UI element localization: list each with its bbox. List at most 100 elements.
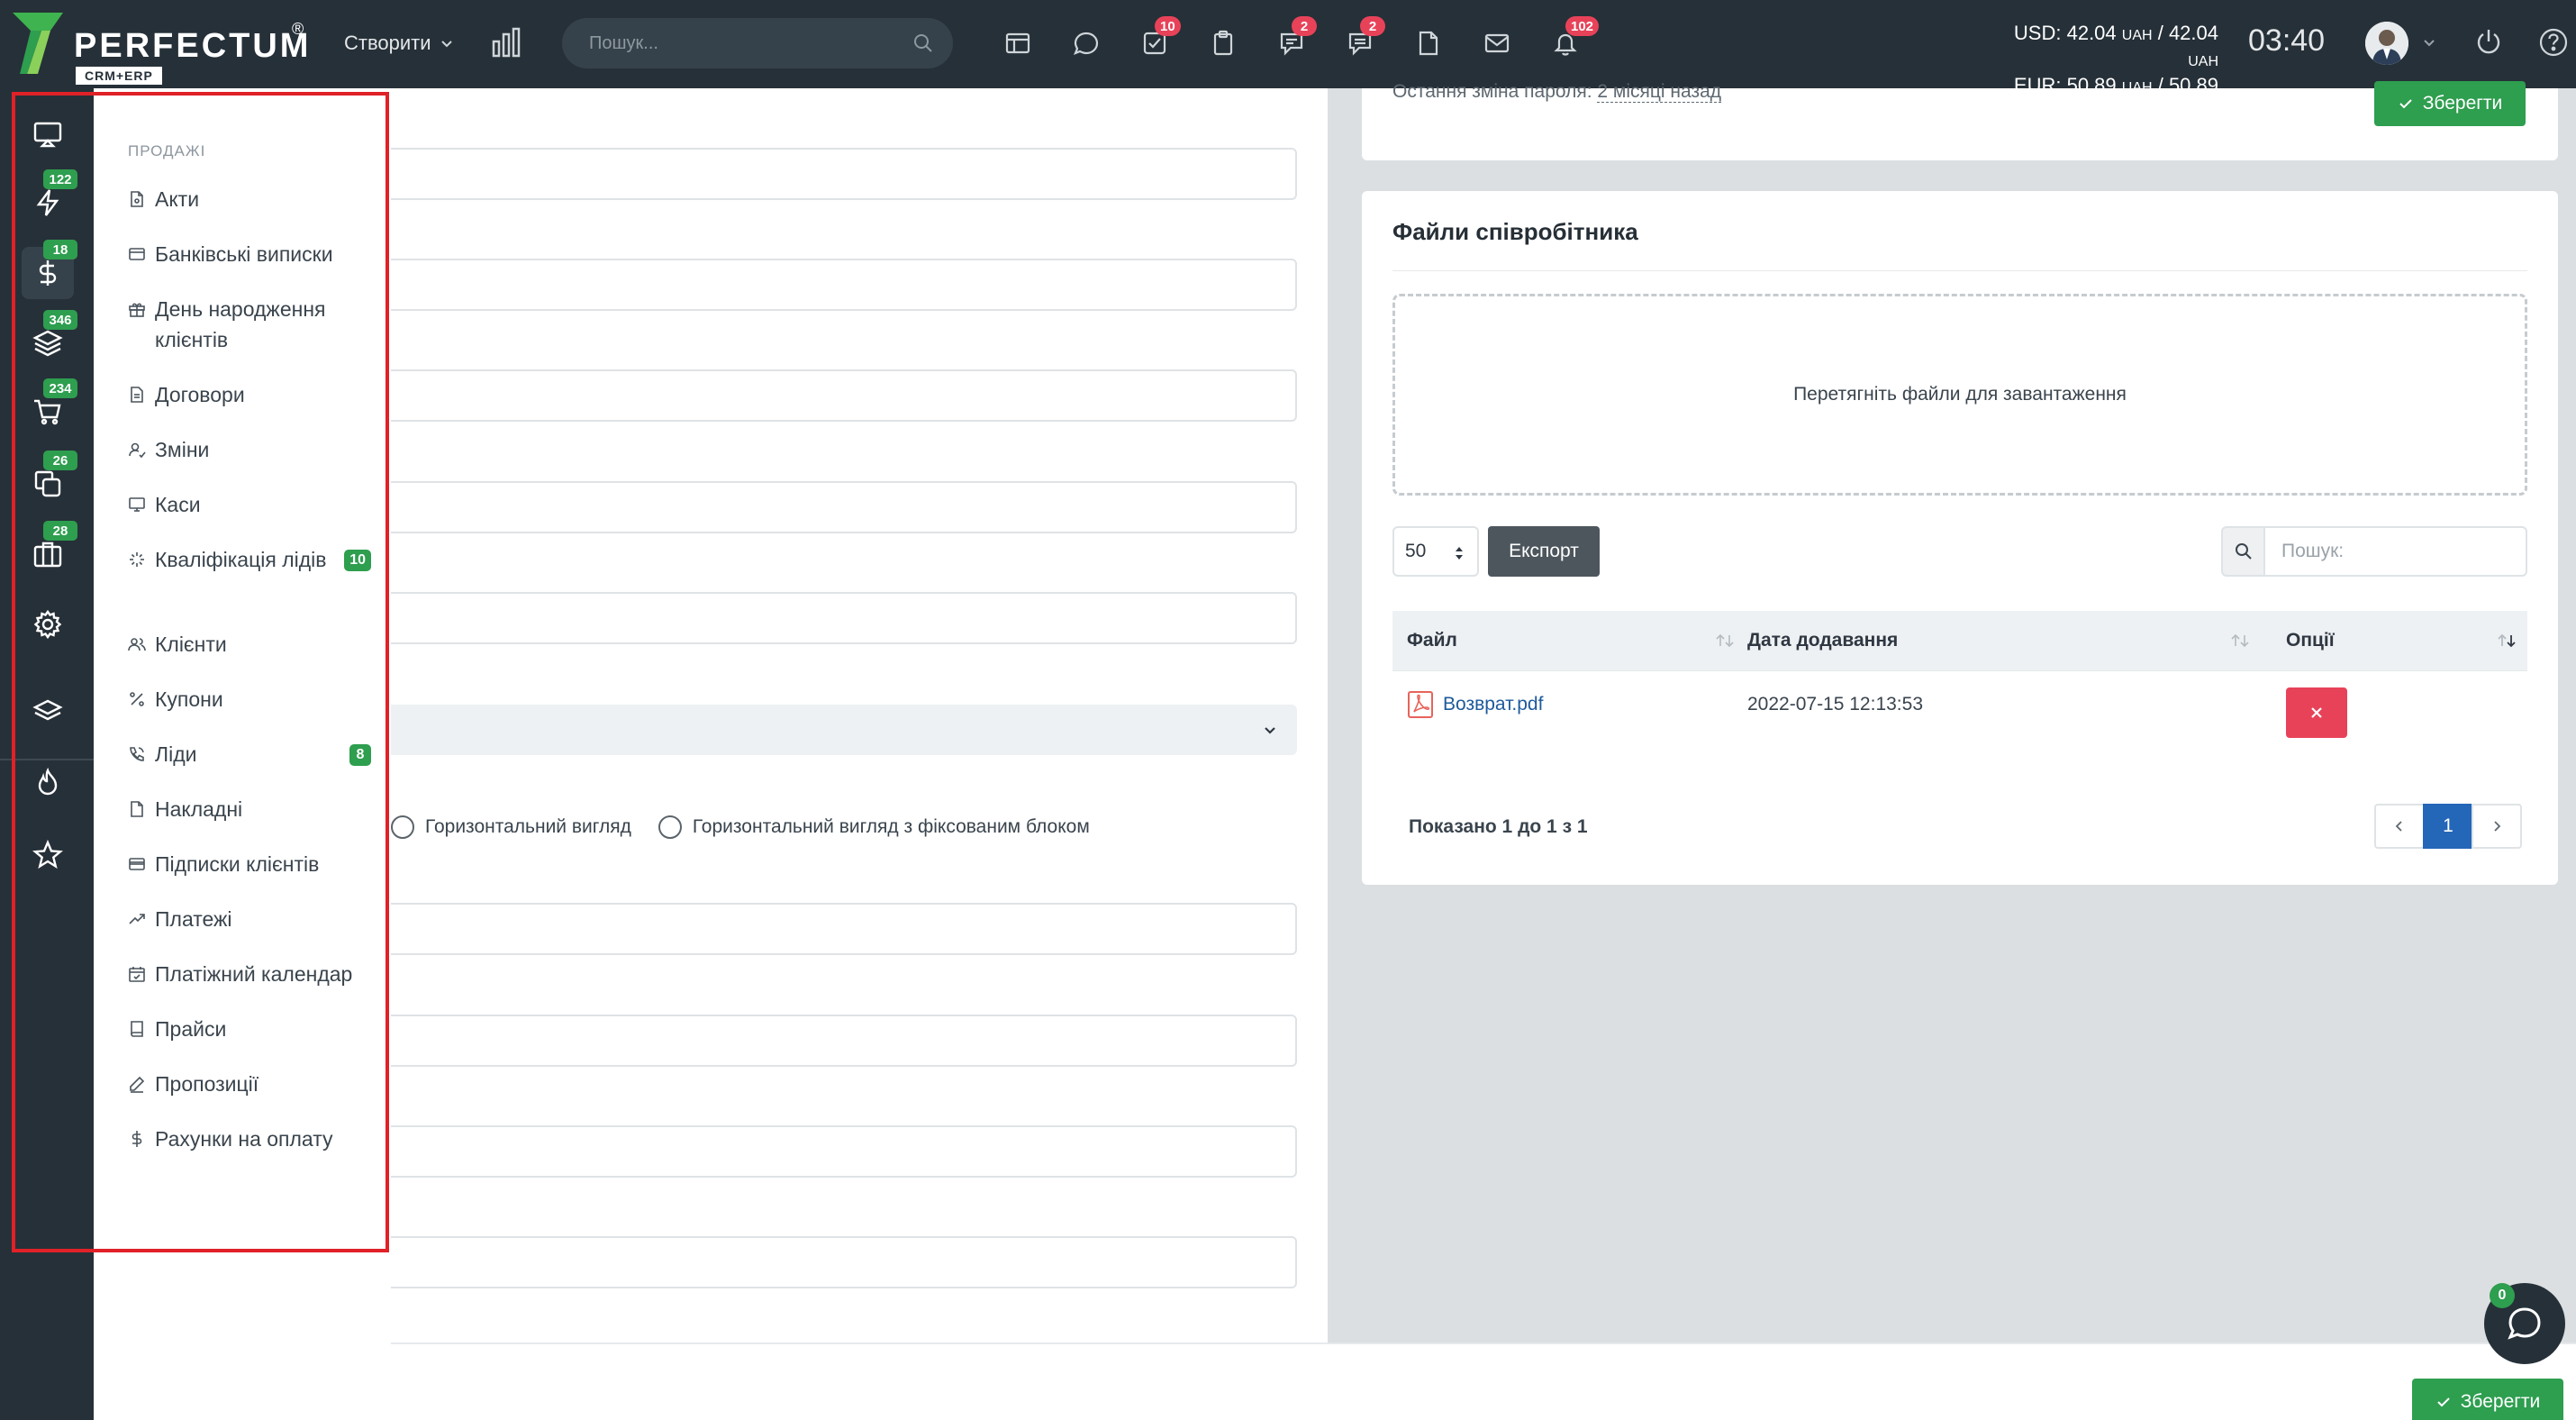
table-icon[interactable] bbox=[996, 22, 1039, 65]
radio-horizontal-fixed[interactable]: Горизонтальний вигляд з фіксованим блоко… bbox=[658, 815, 1090, 839]
rail-finance[interactable]: 18 bbox=[22, 240, 77, 299]
submenu-item-label: Платежі bbox=[155, 907, 232, 931]
submenu-item-label: Прайси bbox=[155, 1017, 227, 1041]
pagination: 1 bbox=[2374, 804, 2522, 849]
statistics-icon[interactable] bbox=[490, 27, 522, 59]
submenu-item-invoices[interactable]: Накладні bbox=[128, 794, 371, 824]
rail-settings[interactable] bbox=[22, 598, 74, 651]
submenu-item-price-lists[interactable]: Прайси bbox=[128, 1014, 371, 1044]
chevron-down-icon[interactable] bbox=[2423, 36, 2435, 49]
chevron-right-icon bbox=[2494, 821, 2501, 832]
rail-products[interactable]: 346 bbox=[22, 310, 77, 369]
submenu-item-payment-calendar[interactable]: Платіжний календар bbox=[128, 959, 371, 989]
submenu-item-leads[interactable]: Ліди 8 bbox=[128, 739, 371, 769]
logo-registered: ® bbox=[292, 20, 304, 38]
submenu-item-clients[interactable]: Клієнти bbox=[128, 629, 371, 660]
clipboard-icon[interactable] bbox=[1202, 22, 1245, 65]
rail-badge-finance: 18 bbox=[43, 240, 77, 259]
submenu-item-shifts[interactable]: Зміни bbox=[128, 434, 371, 465]
radio-horizontal[interactable]: Горизонтальний вигляд bbox=[391, 815, 631, 839]
comments-icon[interactable]: 2 bbox=[1338, 16, 1385, 65]
delete-file-button[interactable] bbox=[2286, 687, 2347, 738]
submenu-item-bank-statements[interactable]: Банківські виписки bbox=[128, 239, 371, 269]
pagination-prev[interactable] bbox=[2374, 804, 2425, 849]
form-field[interactable] bbox=[391, 148, 1297, 200]
document-icon bbox=[128, 379, 155, 410]
search-icon[interactable] bbox=[913, 33, 933, 53]
file-dropzone[interactable]: Перетягніть файли для завантаження bbox=[1392, 294, 2527, 496]
column-header-date[interactable]: Дата додавання bbox=[1747, 611, 2250, 670]
submenu-item-label: Платіжний календар bbox=[155, 962, 353, 986]
table-search-input[interactable] bbox=[2263, 526, 2527, 577]
radio-circle[interactable] bbox=[391, 815, 414, 839]
form-field[interactable] bbox=[391, 481, 1297, 533]
file-link[interactable]: Возврат.pdf bbox=[1443, 694, 1543, 715]
table-row: Возврат.pdf 2022-07-15 12:13:53 bbox=[1392, 670, 2527, 751]
rail-hot[interactable] bbox=[22, 757, 74, 809]
document-icon bbox=[128, 184, 155, 214]
chat-icon[interactable]: 2 bbox=[1270, 16, 1317, 65]
form-field[interactable] bbox=[391, 1236, 1297, 1288]
tasks-icon[interactable]: 10 bbox=[1133, 16, 1181, 65]
submenu-item-bills[interactable]: Рахунки на оплату bbox=[128, 1124, 371, 1154]
save-button[interactable]: Зберегти bbox=[2412, 1379, 2563, 1420]
card-icon bbox=[128, 239, 155, 269]
avatar[interactable] bbox=[2365, 22, 2408, 65]
pdf-icon bbox=[1408, 691, 1433, 718]
submenu-item-cash-desks[interactable]: Каси bbox=[128, 489, 371, 520]
rail-projects[interactable]: 28 bbox=[22, 521, 77, 580]
column-header-options[interactable]: Опції bbox=[2286, 611, 2517, 670]
power-icon[interactable] bbox=[2473, 27, 2504, 58]
table-header: Файл Дата додавання Опції bbox=[1392, 611, 2527, 670]
form-field[interactable] bbox=[391, 903, 1297, 955]
card-title: Файли співробітника bbox=[1392, 218, 1638, 245]
rail-badge-sales: 234 bbox=[43, 378, 77, 398]
search-icon bbox=[2221, 526, 2263, 577]
form-field[interactable] bbox=[391, 259, 1297, 311]
form-field[interactable] bbox=[391, 369, 1297, 422]
bell-icon[interactable]: 102 bbox=[1544, 16, 1600, 65]
profile-form: Горизонтальний вигляд Горизонтальний виг… bbox=[391, 88, 1328, 1343]
note-icon[interactable] bbox=[1407, 22, 1450, 65]
pagination-page[interactable]: 1 bbox=[2423, 804, 2473, 849]
mail-icon[interactable] bbox=[1475, 22, 1519, 65]
pagination-next[interactable] bbox=[2472, 804, 2522, 849]
submenu-item-acts[interactable]: Акти bbox=[128, 184, 371, 214]
submenu-item-lead-qualification[interactable]: Кваліфікація лідів 10 bbox=[128, 544, 371, 575]
submenu-item-proposals[interactable]: Пропозиції bbox=[128, 1069, 371, 1099]
copy-icon bbox=[34, 470, 61, 497]
submenu-item-subscriptions[interactable]: Підписки клієнтів bbox=[128, 849, 371, 879]
chat-bubble-icon bbox=[2508, 1307, 2541, 1340]
column-header-file[interactable]: Файл bbox=[1407, 611, 1735, 670]
bottom-action-bar: Зберегти bbox=[391, 1343, 2576, 1420]
rail-dashboard[interactable] bbox=[22, 108, 74, 160]
rail-documents[interactable]: 26 bbox=[22, 451, 77, 510]
rail-favorites[interactable] bbox=[22, 829, 74, 881]
save-button[interactable]: Зберегти bbox=[2374, 81, 2526, 126]
chat-widget-button[interactable]: 0 bbox=[2484, 1283, 2565, 1364]
message-icon[interactable] bbox=[1065, 22, 1108, 65]
help-icon[interactable] bbox=[2538, 27, 2569, 58]
collapsible-section[interactable] bbox=[391, 705, 1297, 755]
global-search-input[interactable] bbox=[562, 18, 953, 68]
form-field[interactable] bbox=[391, 1125, 1297, 1178]
logo-text: PERFECTUM bbox=[74, 27, 312, 65]
rail-sales[interactable]: 234 bbox=[22, 378, 77, 438]
usd-rate: USD: 42.04 UAH / 42.04 UAH bbox=[2013, 22, 2218, 69]
password-change-ago[interactable]: 2 місяці назад bbox=[1597, 81, 1722, 103]
logo[interactable]: PERFECTUM ® CRM+ERP bbox=[11, 11, 312, 85]
submenu-item-payments[interactable]: Платежі bbox=[128, 904, 371, 934]
rail-stack[interactable] bbox=[22, 687, 74, 739]
submenu-item-birthdays[interactable]: День народження клієнтів bbox=[128, 294, 371, 355]
submenu-item-coupons[interactable]: Купони bbox=[128, 684, 371, 715]
submenu-item-contracts[interactable]: Договори bbox=[128, 379, 371, 410]
rail-activity[interactable]: 122 bbox=[22, 169, 77, 229]
date-cell: 2022-07-15 12:13:53 bbox=[1747, 694, 1923, 715]
export-button[interactable]: Експорт bbox=[1488, 526, 1600, 577]
page-size-select[interactable]: 50 bbox=[1392, 526, 1479, 577]
submenu-title: ПРОДАЖІ bbox=[128, 142, 206, 159]
form-field[interactable] bbox=[391, 1015, 1297, 1067]
radio-circle[interactable] bbox=[658, 815, 682, 839]
create-menu[interactable]: Створити bbox=[344, 27, 453, 59]
form-field[interactable] bbox=[391, 592, 1297, 644]
